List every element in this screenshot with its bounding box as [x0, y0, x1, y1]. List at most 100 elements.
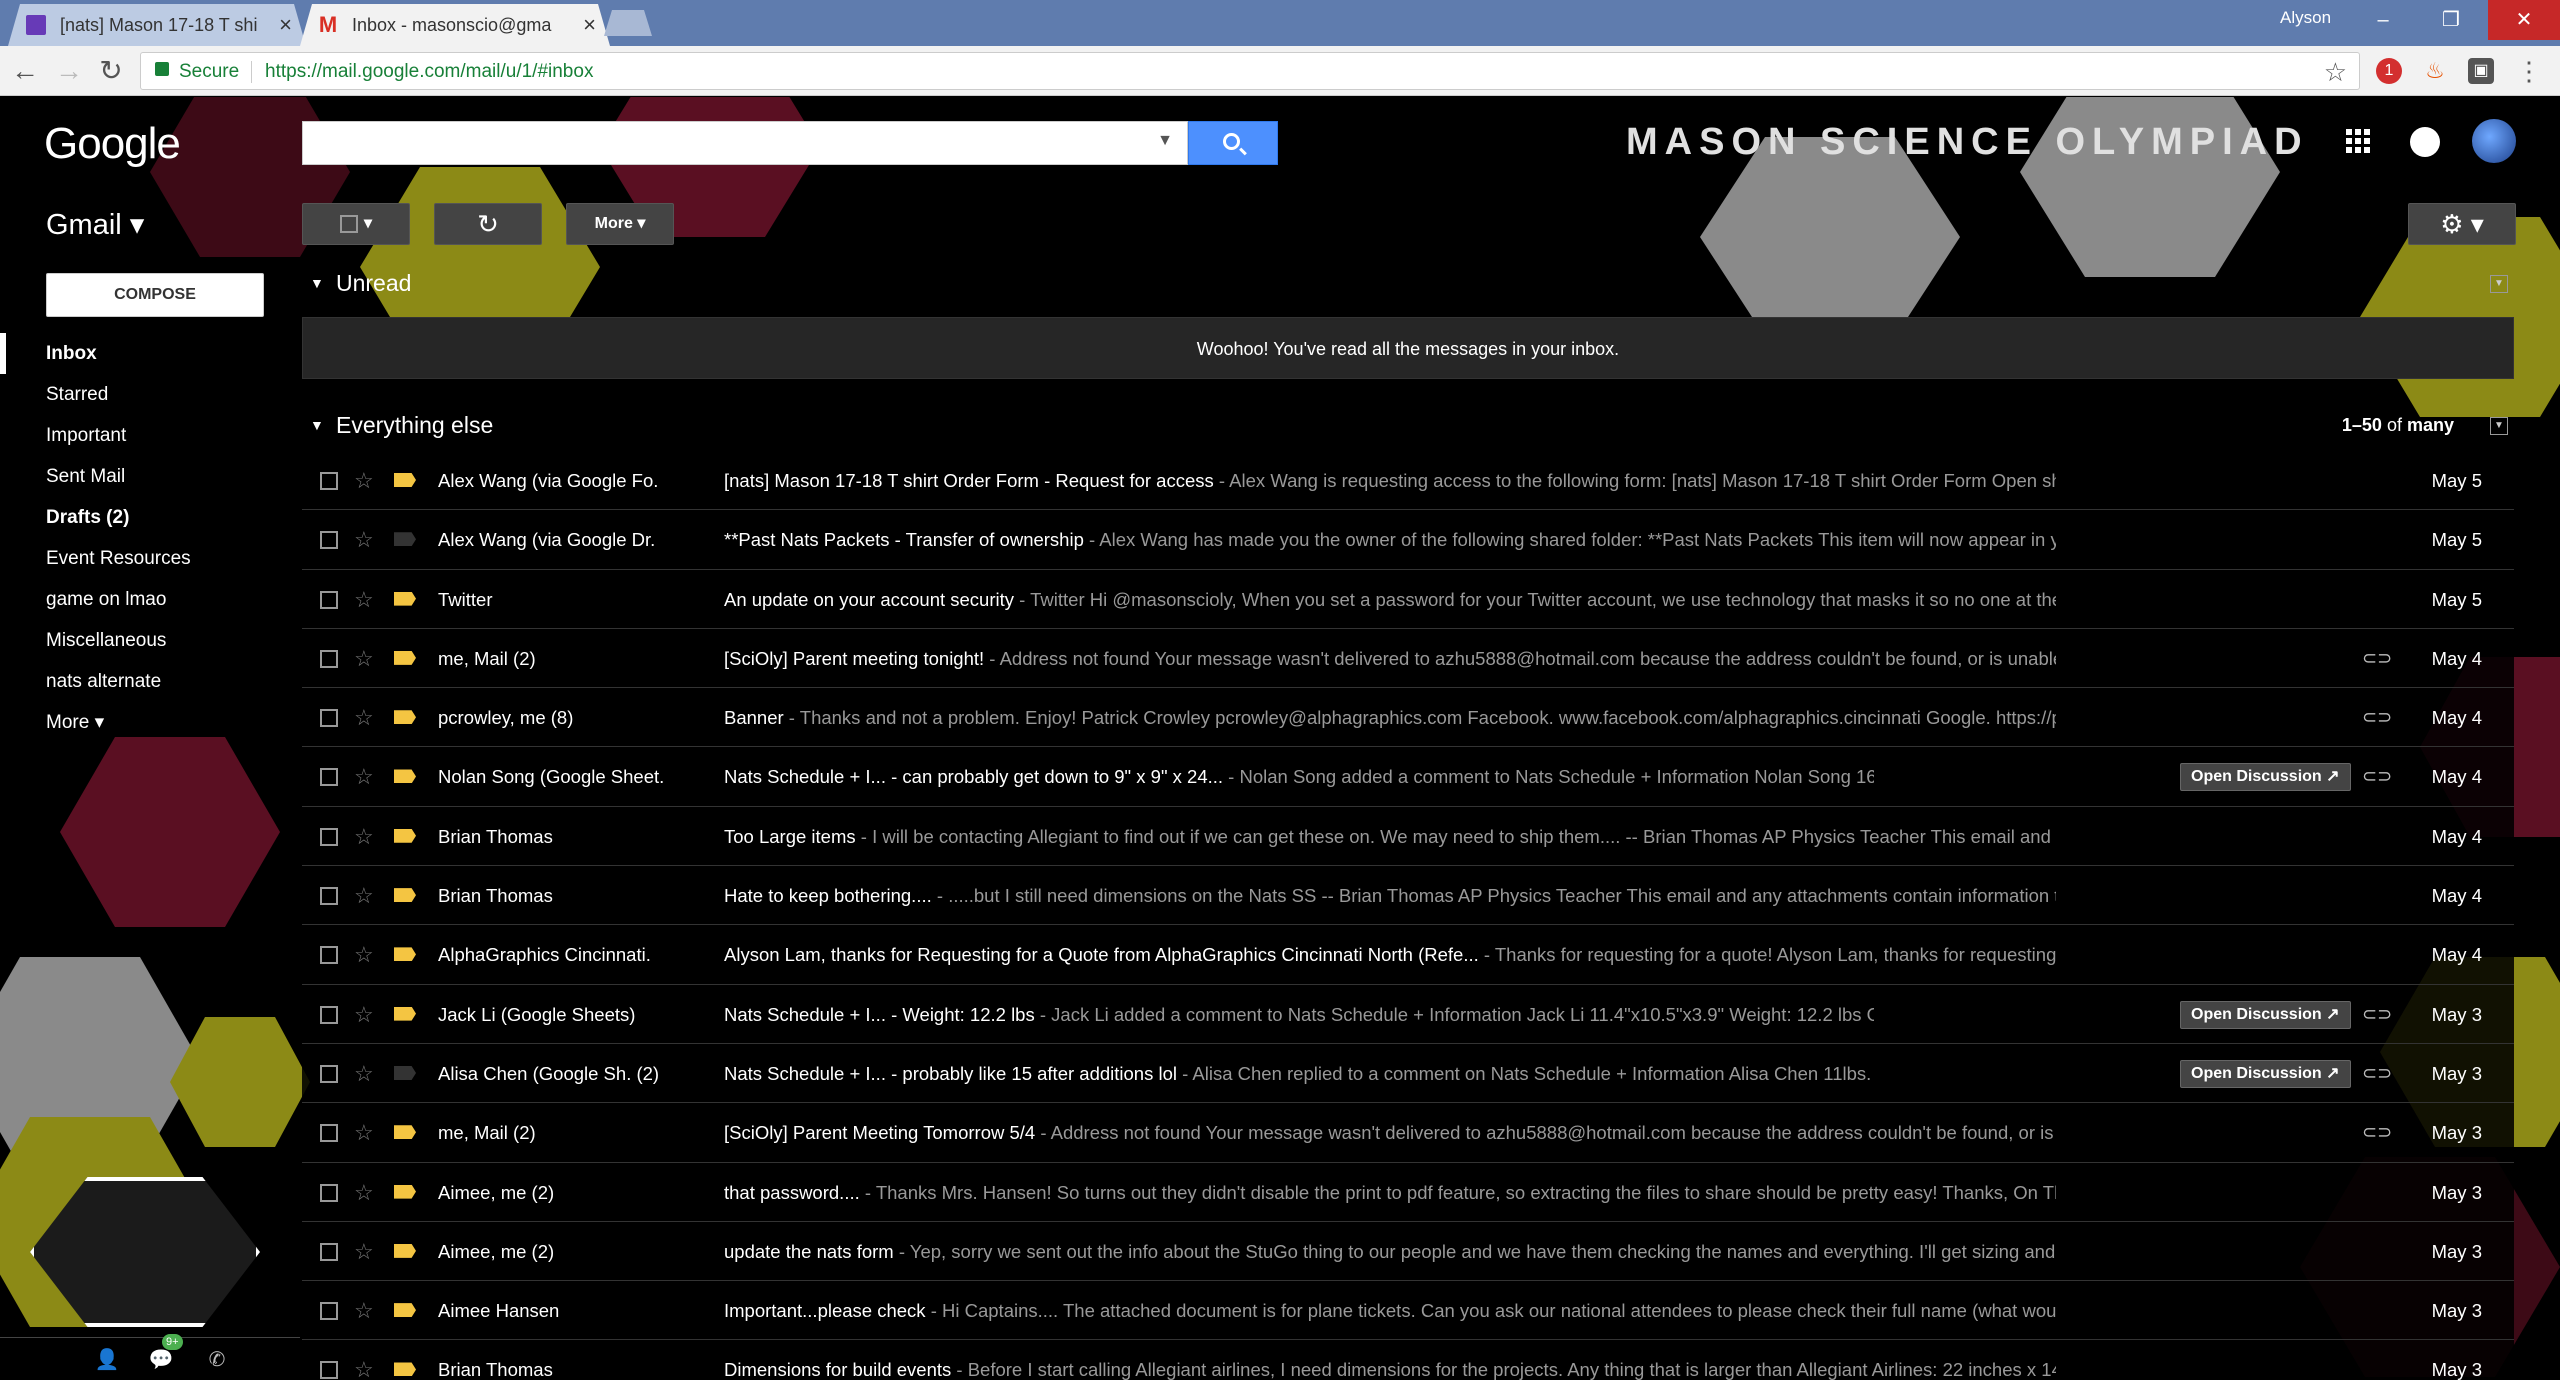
row-checkbox[interactable] [320, 1124, 338, 1143]
section-header-unread[interactable]: ▼ Unread ▼ [302, 261, 2514, 305]
importance-marker-icon[interactable] [394, 1006, 416, 1021]
star-icon[interactable]: ☆ [354, 510, 374, 568]
importance-marker-icon[interactable] [394, 710, 416, 725]
pagination-range[interactable]: 1–50 of many [2342, 403, 2454, 447]
table-row[interactable]: ☆ me, Mail (2) [SciOly] Parent meeting ton… [302, 628, 2514, 689]
importance-marker-icon[interactable] [394, 1362, 416, 1377]
more-button[interactable]: More ▾ [566, 203, 674, 245]
importance-marker-icon[interactable] [394, 1125, 416, 1140]
importance-marker-icon[interactable] [394, 1303, 416, 1318]
star-icon[interactable]: ☆ [354, 570, 374, 628]
star-icon[interactable]: ☆ [354, 1103, 374, 1161]
sidebar-item-event-resources[interactable]: Event Resources [0, 538, 290, 579]
star-icon[interactable]: ☆ [354, 747, 374, 805]
adblock-extension-icon[interactable]: 1 [2376, 58, 2402, 84]
url-text[interactable]: https://mail.google.com/mail/u/1/#inbox [265, 61, 593, 83]
importance-marker-icon[interactable] [394, 1065, 416, 1080]
settings-button[interactable]: ⚙ ▾ [2408, 203, 2516, 245]
importance-marker-icon[interactable] [394, 532, 416, 547]
importance-marker-icon[interactable] [394, 947, 416, 962]
maximize-button[interactable]: ❐ [2424, 0, 2478, 40]
google-logo[interactable]: Google [44, 119, 181, 169]
table-row[interactable]: ☆ AlphaGraphics Cincinnati. Alyson Lam, th… [302, 925, 2514, 985]
row-checkbox[interactable] [320, 709, 338, 728]
importance-marker-icon[interactable] [394, 888, 416, 903]
star-icon[interactable]: ☆ [354, 1044, 374, 1102]
table-row[interactable]: ☆ Alex Wang (via Google Fo. [nats] Mason 1… [302, 451, 2514, 511]
search-box[interactable]: ▼ [302, 121, 1188, 165]
table-row[interactable]: ☆ Alex Wang (via Google Dr. **Past Nats Pa… [302, 510, 2514, 570]
sidebar-item-starred[interactable]: Starred [0, 374, 290, 415]
sidebar-item-drafts-2[interactable]: Drafts (2) [0, 497, 290, 538]
minimize-button[interactable]: – [2356, 0, 2410, 40]
row-checkbox[interactable] [320, 827, 338, 846]
forward-arrow-icon[interactable]: → [52, 54, 86, 88]
close-icon[interactable]: × [583, 4, 596, 46]
importance-marker-icon[interactable] [394, 1243, 416, 1258]
new-tab-button[interactable] [604, 10, 652, 36]
address-bar[interactable]: Secure https://mail.google.com/mail/u/1/… [140, 52, 2360, 90]
row-checkbox[interactable] [320, 887, 338, 906]
table-row[interactable]: ☆ Aimee, me (2) that password.... - Thanks… [302, 1162, 2514, 1222]
row-checkbox[interactable] [320, 1183, 338, 1202]
refresh-button[interactable]: ↻ [434, 203, 542, 245]
notifications-bell-icon[interactable] [2410, 127, 2440, 157]
importance-marker-icon[interactable] [394, 769, 416, 784]
star-icon[interactable]: ☆ [354, 629, 374, 687]
sidebar-item-inbox[interactable]: Inbox [0, 333, 290, 374]
table-row[interactable]: ☆ Jack Li (Google Sheets) Nats Schedule + … [302, 984, 2514, 1044]
browser-user-name[interactable]: Alyson [2280, 8, 2331, 28]
sidebar-item-nats-alternate[interactable]: nats alternate [0, 661, 290, 702]
table-row[interactable]: ☆ Aimee Hansen Important...please check - … [302, 1281, 2514, 1341]
person-icon[interactable]: 👤 [94, 1348, 120, 1372]
close-window-button[interactable]: ✕ [2488, 0, 2560, 40]
section-header-everything-else[interactable]: ▼ Everything else 1–50 of many ▼ [302, 403, 2514, 447]
open-discussion-button[interactable]: Open Discussion ↗ [2180, 763, 2351, 792]
back-arrow-icon[interactable]: ← [8, 54, 42, 88]
sidebar-item-more[interactable]: More ▾ [0, 702, 290, 743]
row-checkbox[interactable] [320, 1005, 338, 1024]
chevron-down-icon[interactable]: ▼ [1157, 132, 1173, 150]
shield-extension-icon[interactable]: ▣ [2468, 58, 2494, 84]
table-row[interactable]: ☆ Alisa Chen (Google Sh. (2) Nats Schedule… [302, 1043, 2514, 1104]
sidebar-item-sent-mail[interactable]: Sent Mail [0, 456, 290, 497]
browser-tab-forms[interactable]: [nats] Mason 17-18 T shi × [8, 4, 306, 46]
row-checkbox[interactable] [320, 590, 338, 609]
importance-marker-icon[interactable] [394, 473, 416, 487]
star-icon[interactable]: ☆ [354, 1340, 374, 1380]
row-checkbox[interactable] [320, 946, 338, 965]
table-row[interactable]: ☆ pcrowley, me (8) Banner - Thanks and not… [302, 688, 2514, 748]
apps-grid-icon[interactable] [2346, 129, 2370, 153]
collapse-triangle-icon[interactable]: ▼ [310, 261, 324, 305]
phone-icon[interactable]: ✆ [204, 1348, 230, 1372]
section-options-icon[interactable]: ▼ [2490, 275, 2508, 293]
star-icon[interactable]: ☆ [354, 925, 374, 983]
importance-marker-icon[interactable] [394, 828, 416, 843]
sidebar-item-important[interactable]: Important [0, 415, 290, 456]
importance-marker-icon[interactable] [394, 650, 416, 665]
browser-tab-inbox[interactable]: M Inbox - masonscio@gma × [300, 4, 610, 46]
bookmark-star-icon[interactable]: ☆ [2324, 57, 2347, 88]
row-checkbox[interactable] [320, 531, 338, 550]
row-checkbox[interactable] [320, 768, 338, 787]
star-icon[interactable]: ☆ [354, 1222, 374, 1280]
table-row[interactable]: ☆ Brian Thomas Hate to keep bothering.... … [302, 866, 2514, 926]
star-icon[interactable]: ☆ [354, 451, 374, 509]
star-icon[interactable]: ☆ [354, 866, 374, 924]
table-row[interactable]: ☆ Aimee, me (2) update the nats form - Yep… [302, 1221, 2514, 1282]
section-options-icon[interactable]: ▼ [2490, 417, 2508, 435]
star-icon[interactable]: ☆ [354, 807, 374, 865]
star-icon[interactable]: ☆ [354, 688, 374, 746]
row-checkbox[interactable] [320, 472, 338, 490]
table-row[interactable]: ☆ Brian Thomas Dimensions for build events… [302, 1340, 2514, 1380]
hangouts-icon[interactable]: 💬 [148, 1348, 174, 1372]
row-checkbox[interactable] [320, 1242, 338, 1261]
open-discussion-button[interactable]: Open Discussion ↗ [2180, 1000, 2351, 1029]
fire-extension-icon[interactable]: ♨ [2422, 58, 2448, 84]
sidebar-item-miscellaneous[interactable]: Miscellaneous [0, 620, 290, 661]
star-icon[interactable]: ☆ [354, 1163, 374, 1221]
select-all-button[interactable]: ▾ [302, 203, 410, 245]
search-button[interactable] [1188, 121, 1278, 165]
table-row[interactable]: ☆ Twitter An update on your account securi… [302, 569, 2514, 629]
avatar[interactable] [2472, 119, 2516, 163]
